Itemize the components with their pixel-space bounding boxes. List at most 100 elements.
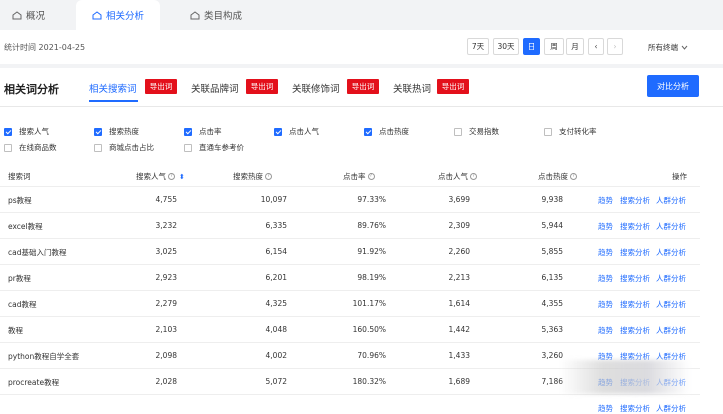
trend-link[interactable]: 趋势 xyxy=(598,299,613,310)
metric-checkbox[interactable]: 商城点击占比 xyxy=(94,142,154,153)
search-analysis-link[interactable]: 搜索分析 xyxy=(620,403,650,414)
subtab-related-search[interactable]: 相关搜索词 xyxy=(89,81,137,95)
checkbox-icon xyxy=(4,127,12,136)
header-label: 搜索人气 xyxy=(136,172,166,181)
value-cell: 2,028 xyxy=(155,377,177,386)
stats-bar: 统计时间 2021-04-25 7天 30天 日 周 月 ‹ › 所有终端 xyxy=(0,30,723,64)
table-row: excel教程 3,232 6,335 89.76% 2,309 5,944 趋势 搜索分析人… xyxy=(0,212,700,238)
terminal-select[interactable]: 所有终端 xyxy=(648,42,688,53)
tab-related-analysis[interactable]: 相关分析 xyxy=(76,0,160,30)
metric-label: 直通车参考价 xyxy=(199,143,244,152)
value-cell: 2,103 xyxy=(155,325,177,334)
search-analysis-link[interactable]: 搜索分析 xyxy=(620,273,650,284)
help-icon[interactable]: ? xyxy=(570,173,577,180)
metric-checkbox[interactable]: 在线商品数 xyxy=(4,142,57,153)
value-cell: 2,309 xyxy=(448,221,470,230)
crowd-analysis-link[interactable]: 人群分析 xyxy=(656,247,686,258)
range-day-button[interactable]: 日 xyxy=(523,38,540,55)
search-analysis-link[interactable]: 搜索分析 xyxy=(620,325,650,336)
search-analysis-link[interactable]: 搜索分析 xyxy=(620,221,650,232)
value-cell: 3,025 xyxy=(155,247,177,256)
metric-label: 点击率 xyxy=(199,127,222,136)
crowd-analysis-link[interactable]: 人群分析 xyxy=(656,273,686,284)
header-click-rate[interactable]: 点击率? xyxy=(343,171,375,182)
prev-arrow-icon[interactable]: ‹ xyxy=(588,38,604,55)
metric-checkbox[interactable]: 交易指数 xyxy=(454,126,499,137)
value-cell: 6,154 xyxy=(265,247,287,256)
subtab-brand[interactable]: 关联品牌词 xyxy=(191,81,239,95)
trend-link[interactable]: 趋势 xyxy=(598,195,613,206)
metric-checkbox[interactable]: 点击热度 xyxy=(364,126,409,137)
tab-overview[interactable]: 概况 xyxy=(12,0,72,30)
help-icon[interactable]: ? xyxy=(367,173,375,180)
search-analysis-link[interactable]: 搜索分析 xyxy=(620,195,650,206)
metric-checkbox[interactable]: 搜索人气 xyxy=(4,126,49,137)
stat-time: 统计时间 2021-04-25 xyxy=(4,43,86,52)
export-button[interactable]: 导出词 xyxy=(437,79,469,94)
header-click-heat[interactable]: 点击热度? xyxy=(538,171,577,182)
search-analysis-link[interactable]: 搜索分析 xyxy=(620,247,650,258)
checkbox-icon xyxy=(364,127,372,136)
subtab-modifier[interactable]: 关联修饰词 xyxy=(292,81,340,95)
header-search-heat[interactable]: 搜索热度? xyxy=(233,171,272,182)
sort-icon[interactable]: ⬍ xyxy=(179,173,185,181)
trend-link[interactable]: 趋势 xyxy=(598,247,613,258)
crowd-analysis-link[interactable]: 人群分析 xyxy=(656,195,686,206)
keyword-cell: ps教程 xyxy=(8,196,32,205)
value-cell: 1,689 xyxy=(448,377,470,386)
crowd-analysis-link[interactable]: 人群分析 xyxy=(656,325,686,336)
table-row: cad基础入门教程 3,025 6,154 91.92% 2,260 5,855 趋势 搜索分… xyxy=(0,238,700,264)
trend-link[interactable]: 趋势 xyxy=(598,273,613,284)
trend-link[interactable]: 趋势 xyxy=(598,325,613,336)
range-7d-button[interactable]: 7天 xyxy=(467,38,489,55)
help-icon[interactable]: ? xyxy=(168,173,175,180)
crowd-analysis-link[interactable]: 人群分析 xyxy=(656,299,686,310)
range-30d-button[interactable]: 30天 xyxy=(493,38,519,55)
range-week-button[interactable]: 周 xyxy=(544,38,564,55)
export-button[interactable]: 导出词 xyxy=(347,79,379,94)
metric-checkbox[interactable]: 点击率 xyxy=(184,126,222,137)
subtab-hot[interactable]: 关联热词 xyxy=(393,81,431,95)
value-cell: 5,944 xyxy=(541,221,563,230)
value-cell: 1,433 xyxy=(448,351,470,360)
crowd-analysis-link[interactable]: 人群分析 xyxy=(656,403,686,414)
trend-link[interactable]: 趋势 xyxy=(598,403,613,414)
table-row: cad教程 2,279 4,325 101.17% 1,614 4,355 趋势 搜索分析 人群… xyxy=(0,290,700,316)
value-cell: 97.33% xyxy=(357,195,386,204)
chevron-down-icon xyxy=(681,45,688,50)
trend-link[interactable]: 趋势 xyxy=(598,221,613,232)
next-arrow-icon[interactable]: › xyxy=(607,38,623,55)
table-header: 搜索词 搜索人气? ⬍ 搜索热度? 点击率? 点击人气? 点击热度? 操作 xyxy=(0,164,723,186)
export-button[interactable]: 导出词 xyxy=(246,79,278,94)
tab-label: 相关分析 xyxy=(105,11,144,22)
compare-analysis-button[interactable]: 对比分析 xyxy=(647,75,699,97)
home-icon xyxy=(190,10,200,19)
metric-checkbox[interactable]: 支付转化率 xyxy=(544,126,597,137)
keyword-cell: excel教程 xyxy=(8,222,43,231)
related-words-panel: 相关词分析 相关搜索词 导出词 关联品牌词 导出词 关联修饰词 导出词 关联热词… xyxy=(0,68,723,414)
metric-checkbox[interactable]: 直通车参考价 xyxy=(184,142,244,153)
metric-label: 点击人气 xyxy=(289,127,319,136)
value-cell: 2,098 xyxy=(155,351,177,360)
value-cell: 4,048 xyxy=(265,325,287,334)
checkbox-icon xyxy=(184,143,192,152)
tab-label: 概况 xyxy=(26,11,46,22)
header-click-popularity[interactable]: 点击人气? xyxy=(438,171,477,182)
range-month-button[interactable]: 月 xyxy=(566,38,584,55)
table-row: 教程 2,103 4,048 160.50% 1,442 5,363 趋势 搜索分析 人群分析 xyxy=(0,316,700,342)
value-cell: 6,335 xyxy=(265,221,287,230)
tab-category[interactable]: 类目构成 xyxy=(190,0,270,30)
metric-checkbox[interactable]: 搜索热度 xyxy=(94,126,139,137)
header-label: 点击率 xyxy=(343,172,366,181)
value-cell: 89.76% xyxy=(357,221,386,230)
value-cell: 4,355 xyxy=(541,299,563,308)
help-icon[interactable]: ? xyxy=(470,173,477,180)
header-search-popularity[interactable]: 搜索人气? ⬍ xyxy=(136,171,185,182)
value-cell: 180.32% xyxy=(352,377,386,386)
help-icon[interactable]: ? xyxy=(265,173,272,180)
value-cell: 1,442 xyxy=(448,325,470,334)
export-button[interactable]: 导出词 xyxy=(145,79,177,94)
metric-checkbox[interactable]: 点击人气 xyxy=(274,126,319,137)
search-analysis-link[interactable]: 搜索分析 xyxy=(620,299,650,310)
crowd-analysis-link[interactable]: 人群分析 xyxy=(656,221,686,232)
